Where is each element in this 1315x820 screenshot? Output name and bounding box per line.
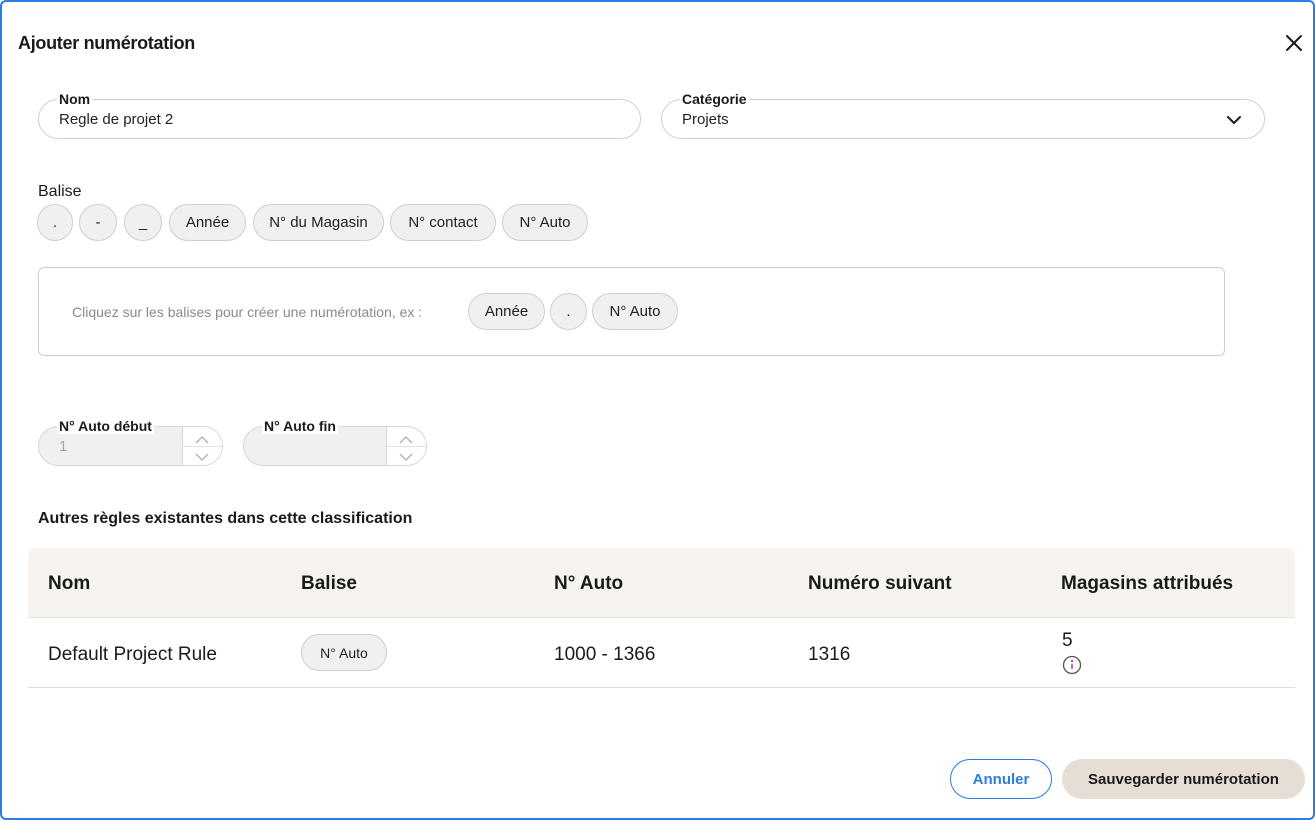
tag-chip-dot[interactable]: . — [37, 204, 73, 241]
table-row: Default Project Rule N° Auto 1000 - 1366… — [28, 618, 1295, 688]
tag-chip-year[interactable]: Année — [169, 204, 246, 241]
close-icon[interactable] — [1283, 32, 1305, 54]
auto-end-field[interactable]: N° Auto fin — [243, 418, 427, 466]
rule-next-number: 1316 — [808, 644, 851, 665]
cancel-button[interactable]: Annuler — [950, 759, 1052, 799]
auto-start-label: N° Auto début — [57, 418, 154, 434]
rule-auto-range: 1000 - 1366 — [554, 644, 656, 665]
example-chip-auto-number: N° Auto — [592, 293, 678, 330]
tag-chip-contact-number[interactable]: N° contact — [390, 204, 496, 241]
chevron-down-icon[interactable] — [195, 449, 209, 462]
numbering-dialog: Ajouter numérotation Nom Catégorie Proje… — [0, 0, 1315, 820]
tag-chip-dash[interactable]: - — [79, 204, 117, 241]
auto-end-label: N° Auto fin — [262, 418, 338, 434]
column-header-auto-number: N° Auto — [554, 573, 624, 594]
auto-start-stepper[interactable] — [182, 427, 222, 465]
column-header-next-number: Numéro suivant — [808, 573, 952, 594]
category-value: Projets — [682, 111, 729, 128]
chevron-down-icon[interactable] — [1226, 112, 1242, 128]
stepper-divider — [387, 446, 426, 447]
tag-chip-auto-number[interactable]: N° Auto — [502, 204, 588, 241]
save-numbering-button[interactable]: Sauvegarder numérotation — [1062, 759, 1305, 799]
name-input[interactable] — [59, 111, 540, 128]
category-select[interactable]: Catégorie Projets — [661, 91, 1265, 139]
numbering-builder[interactable]: Cliquez sur les balises pour créer une n… — [38, 267, 1225, 356]
existing-rules-title: Autres règles existantes dans cette clas… — [38, 510, 413, 527]
rule-tag-chip: N° Auto — [301, 634, 387, 671]
tags-label: Balise — [38, 183, 82, 200]
tag-chip-store-number[interactable]: N° du Magasin — [253, 204, 384, 241]
example-chip-year: Année — [468, 293, 545, 330]
chevron-up-icon[interactable] — [195, 432, 209, 444]
column-header-name: Nom — [48, 573, 91, 594]
tag-chip-underscore[interactable]: _ — [124, 204, 162, 241]
builder-hint: Cliquez sur les balises pour créer une n… — [72, 304, 423, 320]
rule-assigned-stores: 5 — [1062, 630, 1073, 651]
column-header-assigned-stores: Magasins attribués — [1061, 573, 1234, 594]
example-chip-dot: . — [550, 293, 587, 330]
column-header-tag: Balise — [301, 573, 357, 594]
existing-rules-table: Nom Balise N° Auto Numéro suivant Magasi… — [28, 548, 1295, 688]
name-field-label: Nom — [57, 91, 93, 107]
rule-name: Default Project Rule — [48, 644, 217, 665]
name-field[interactable]: Nom — [38, 91, 641, 139]
chevron-up-icon[interactable] — [399, 432, 413, 444]
category-label: Catégorie — [680, 91, 749, 107]
auto-end-stepper[interactable] — [386, 427, 426, 465]
auto-start-field[interactable]: N° Auto début 1 — [38, 418, 223, 466]
stepper-divider — [183, 446, 222, 447]
table-header: Nom Balise N° Auto Numéro suivant Magasi… — [28, 548, 1295, 618]
info-icon[interactable] — [1062, 655, 1082, 675]
chevron-down-icon[interactable] — [399, 449, 413, 462]
dialog-title: Ajouter numérotation — [18, 33, 195, 53]
